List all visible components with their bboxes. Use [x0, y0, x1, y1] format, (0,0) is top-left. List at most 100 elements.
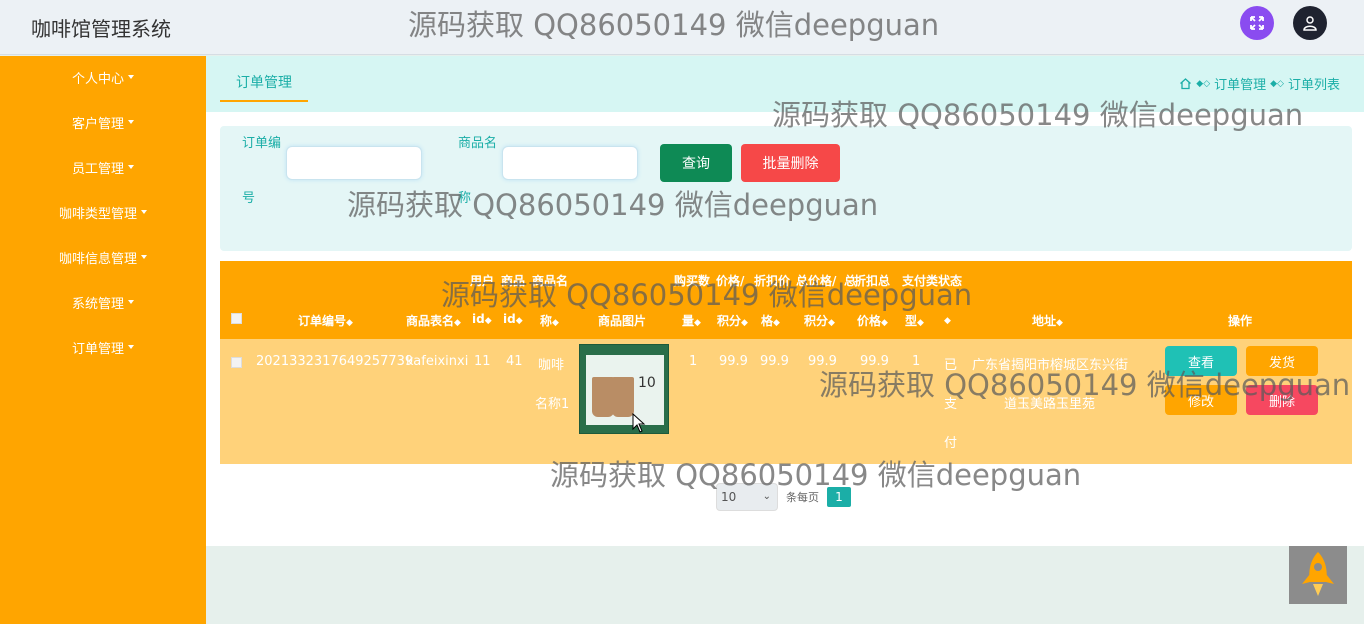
chevron-down-icon [128, 120, 134, 124]
sidebar-item-customer[interactable]: 客户管理 [0, 107, 206, 137]
sidebar-item-label: 咖啡信息管理 [58, 251, 137, 267]
chevron-down-icon [128, 345, 134, 349]
ship-button[interactable]: 发货 [1246, 346, 1318, 376]
product-image: 10 [586, 355, 664, 425]
cell-pay-type: 1 [912, 354, 921, 369]
goods-name-label-cont: 称 [458, 191, 472, 206]
cell-discount-price: 99.9 [760, 354, 789, 369]
rocket-icon [1302, 552, 1334, 596]
th-table-name[interactable]: 商品表名◆ [406, 312, 461, 329]
fullscreen-button[interactable] [1240, 6, 1274, 40]
cell-address: 广东省揭阳市榕城区东兴街 [972, 358, 1129, 373]
order-no-label: 订单编 [242, 136, 282, 151]
th-label: 商品表名 [406, 314, 455, 328]
page-size-select[interactable]: 10 ⌄ [716, 483, 778, 511]
per-page-label: 条每页 [786, 491, 819, 504]
expand-icon [1250, 16, 1264, 30]
back-to-top-button[interactable] [1289, 546, 1347, 604]
th-address[interactable]: 地址◆ [1032, 312, 1063, 329]
top-header: 咖啡馆管理系统 [0, 0, 1364, 55]
cell-order-no: 2021332317649257739 [256, 354, 414, 369]
th-qty[interactable]: 量◆ [682, 312, 701, 329]
cell-price: 99.9 [719, 354, 748, 369]
row-checkbox[interactable] [231, 357, 242, 368]
mouse-cursor-icon [632, 413, 646, 433]
cell-goods-name-cont: 名称1 [535, 397, 570, 412]
th-fragment: 价格/ [716, 274, 745, 288]
sidebar-item-personal-center[interactable]: 个人中心 [0, 62, 206, 92]
th-label: 地址 [1032, 314, 1057, 328]
cell-table-name: kafeixinxi [406, 354, 469, 369]
query-button[interactable]: 查询 [660, 144, 732, 182]
order-no-input[interactable] [286, 146, 422, 180]
th-goods-id[interactable]: id◆ [503, 312, 523, 326]
th-order-no[interactable]: 订单编号◆ [298, 312, 353, 329]
view-button[interactable]: 查看 [1165, 346, 1237, 376]
breadcrumb-separator-icon: ◆◇ [1270, 78, 1284, 89]
sort-icon: ◆ [552, 318, 559, 328]
cell-status-cont: 付 [944, 436, 958, 451]
select-all-checkbox[interactable] [231, 313, 242, 324]
user-avatar-button[interactable] [1293, 6, 1327, 40]
th-total[interactable]: 价格◆ [857, 312, 888, 329]
tab-bar: 订单管理 ◆◇ 订单管理 ◆◇ 订单列表 [206, 56, 1364, 112]
cell-total-price: 99.9 [808, 354, 837, 369]
sidebar-item-system[interactable]: 系统管理 [0, 287, 206, 317]
th-fragment: 总价格/ [796, 274, 837, 288]
coffee-cup-image [592, 377, 614, 417]
sidebar-item-coffee-info[interactable]: 咖啡信息管理 [0, 242, 206, 272]
breadcrumb-item[interactable]: 订单管理 [1214, 74, 1266, 93]
sidebar-item-coffee-type[interactable]: 咖啡类型管理 [0, 197, 206, 227]
cell-goods-id: 41 [506, 354, 523, 369]
sidebar: 个人中心 客户管理 员工管理 咖啡类型管理 咖啡信息管理 系统管理 订单管理 [0, 56, 206, 624]
th-goods-name[interactable]: 称◆ [540, 312, 559, 329]
th-user-id[interactable]: id◆ [472, 312, 492, 326]
th-label: 订单编号 [298, 314, 347, 328]
sidebar-item-label: 客户管理 [71, 116, 124, 132]
chevron-down-icon [141, 255, 147, 259]
search-panel: 订单编 号 商品名 称 查询 批量删除 [220, 126, 1352, 251]
th-pay-type[interactable]: 型◆ [905, 312, 924, 329]
th-operation: 操作 [1228, 314, 1253, 328]
cell-discount-total: 99.9 [860, 354, 889, 369]
batch-delete-button[interactable]: 批量删除 [741, 144, 840, 182]
sort-icon: ◆ [881, 318, 888, 328]
page-size-value: 10 [721, 490, 737, 504]
sidebar-item-label: 咖啡类型管理 [58, 206, 137, 222]
chevron-down-icon [141, 210, 147, 214]
sidebar-item-staff[interactable]: 员工管理 [0, 152, 206, 182]
th-fragment: 商品名 [532, 274, 569, 288]
cell-qty: 1 [689, 354, 698, 369]
th-fragment: 状态 [938, 274, 963, 288]
main-content: 订单管理 ◆◇ 订单管理 ◆◇ 订单列表 订单编 号 商品名 称 查询 批量删除… [206, 56, 1364, 546]
th-price[interactable]: 积分◆ [717, 312, 748, 329]
sort-icon: ◆ [944, 316, 951, 326]
sort-icon: ◆ [515, 316, 523, 326]
product-thumbnail[interactable]: 10 [579, 344, 669, 434]
goods-name-label: 商品名 [458, 136, 498, 151]
breadcrumb: ◆◇ 订单管理 ◆◇ 订单列表 [1179, 74, 1340, 93]
page-number-current[interactable]: 1 [827, 487, 851, 507]
delete-button[interactable]: 删除 [1246, 385, 1318, 415]
app-title: 咖啡馆管理系统 [31, 17, 171, 41]
sidebar-item-orders[interactable]: 订单管理 [0, 332, 206, 362]
cell-goods-name: 咖啡 [538, 358, 565, 373]
th-discount-price[interactable]: 格◆ [761, 312, 780, 329]
chevron-down-icon [128, 75, 134, 79]
sidebar-item-label: 系统管理 [71, 296, 124, 312]
goods-name-input[interactable] [502, 146, 638, 180]
th-image: 商品图片 [598, 314, 647, 328]
th-total-price[interactable]: 积分◆ [804, 312, 835, 329]
table-header: 用户 商品 商品名 购买数 价格/ 折扣价 总价格/ 总 折扣总 支付类 状态 … [220, 261, 1352, 339]
th-fragment: 用户 [470, 274, 495, 288]
th-status[interactable]: ◆ [944, 312, 951, 326]
chevron-down-icon: ⌄ [762, 491, 771, 502]
th-fragment: 折扣价 [754, 274, 791, 288]
home-icon[interactable] [1179, 77, 1192, 90]
breadcrumb-item: 订单列表 [1287, 78, 1340, 93]
tab-order-management[interactable]: 订单管理 [220, 72, 308, 102]
edit-button[interactable]: 修改 [1165, 385, 1237, 415]
th-fragment: 支付类 [902, 274, 939, 288]
pagination: 10 ⌄ 条每页 1 [716, 483, 851, 511]
sidebar-item-label: 员工管理 [71, 161, 124, 177]
